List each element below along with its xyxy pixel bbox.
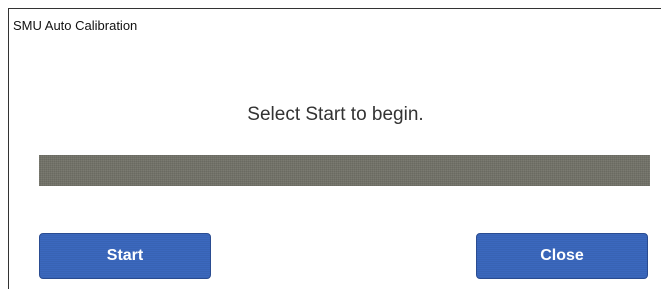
close-button[interactable]: Close bbox=[476, 233, 648, 279]
start-button[interactable]: Start bbox=[39, 233, 211, 279]
dialog-title: SMU Auto Calibration bbox=[13, 18, 138, 33]
status-message: Select Start to begin. bbox=[247, 104, 424, 125]
progress-bar bbox=[39, 155, 650, 186]
calibration-dialog: SMU Auto Calibration Select Start to beg… bbox=[8, 8, 661, 289]
